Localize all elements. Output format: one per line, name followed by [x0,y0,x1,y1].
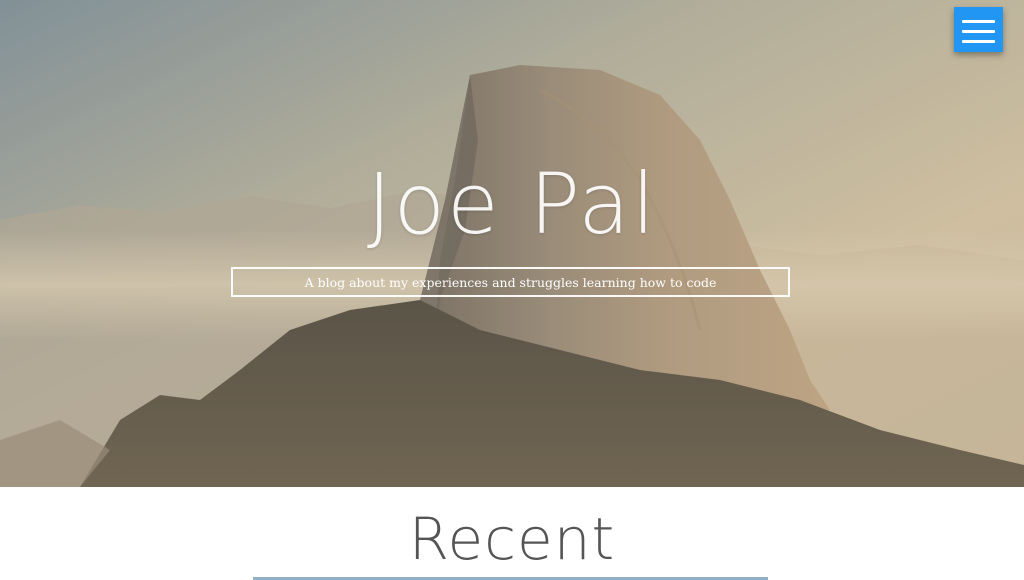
hamburger-menu-icon-bar [962,40,995,43]
hero-banner: Joe Pal A blog about my experiences and … [0,0,1024,487]
site-tagline: A blog about my experiences and struggle… [304,274,717,290]
recent-section-title: Recent [408,505,616,573]
hamburger-menu-icon [962,20,995,23]
site-title: Joe Pal [366,155,658,253]
tagline-box: A blog about my experiences and struggle… [231,267,790,297]
hamburger-menu-icon-bar [962,30,995,33]
hamburger-menu-button[interactable] [954,7,1003,52]
